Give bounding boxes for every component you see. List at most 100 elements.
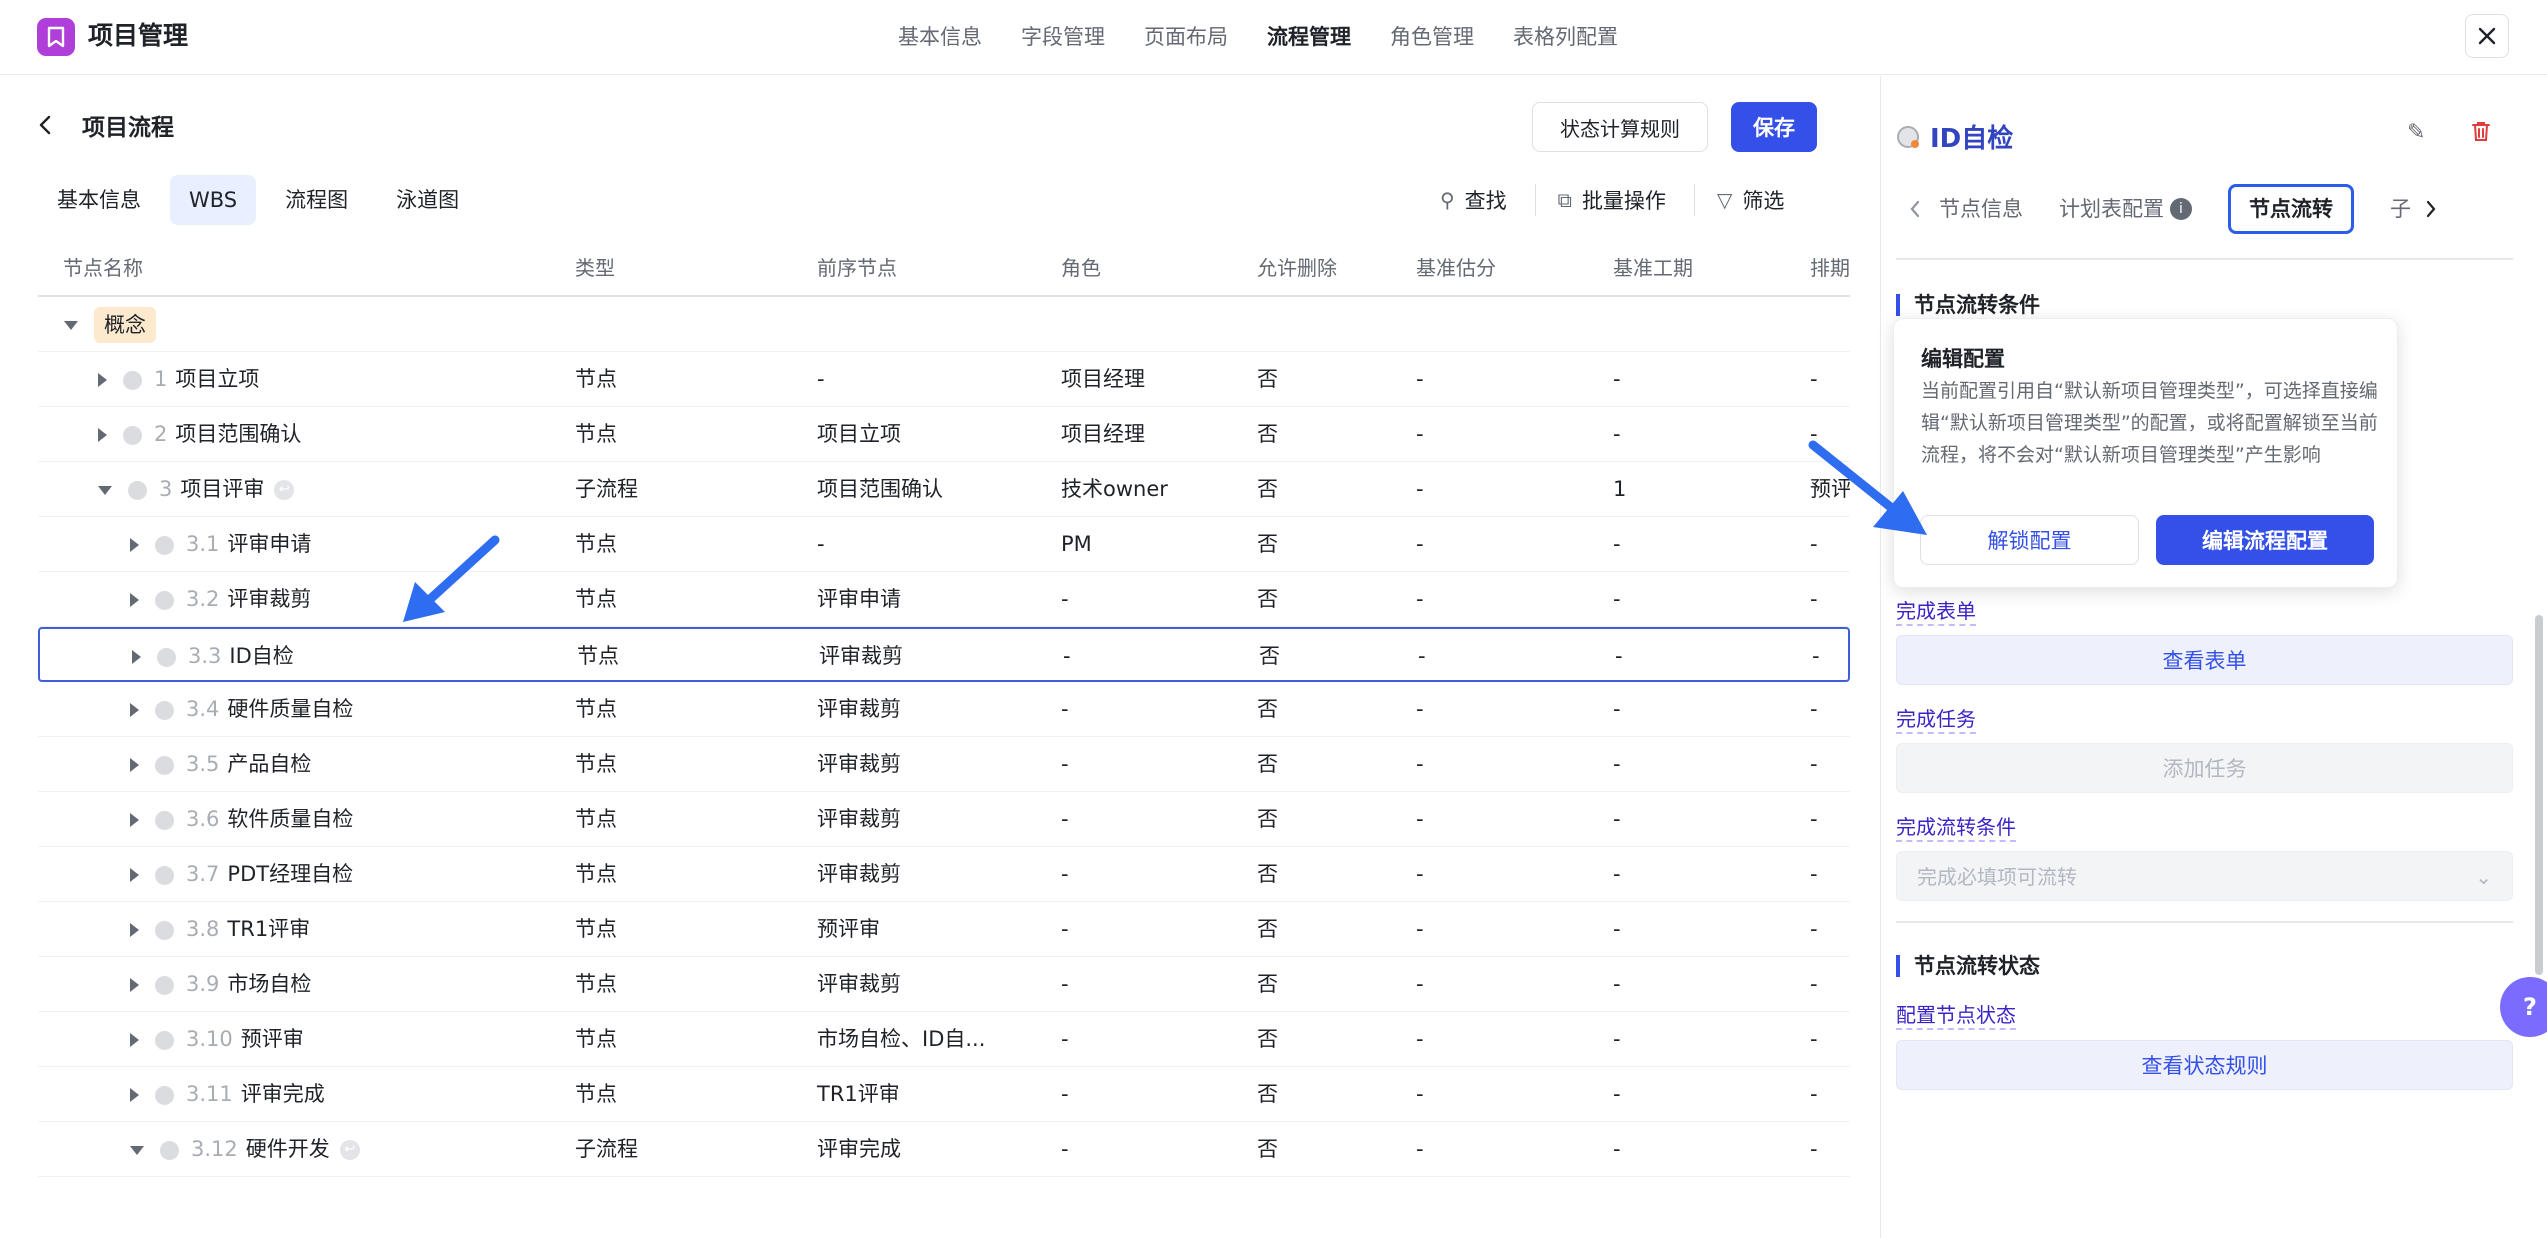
expand-icon[interactable] (130, 923, 139, 937)
unlock-config-button[interactable]: 解锁配置 (1920, 515, 2139, 565)
cell-type: 节点 (575, 422, 617, 446)
find-button[interactable]: ⚲ 查找 (1440, 180, 1507, 220)
view-form-button[interactable]: 查看表单 (1896, 635, 2513, 685)
status-rule-button[interactable]: 状态计算规则 (1532, 102, 1708, 152)
table-row[interactable]: 3.1 评审申请 节点 - PM 否 - - - (38, 517, 1850, 572)
table-row[interactable]: 3.7 PDT经理自检 节点 评审裁剪 - 否 - - - (38, 847, 1850, 902)
cell-sched: - (1810, 1082, 1818, 1106)
nav-role-management[interactable]: 角色管理 (1390, 22, 1474, 52)
table-row[interactable]: 3.4 硬件质量自检 节点 评审裁剪 - 否 - - - (38, 682, 1850, 737)
delete-icon[interactable] (2470, 120, 2492, 148)
table-row[interactable]: 3.6 软件质量自检 节点 评审裁剪 - 否 - - - (38, 792, 1850, 847)
node-name: 软件质量自检 (227, 807, 354, 831)
panel-tab-node-transition[interactable]: 节点流转 (2228, 184, 2354, 234)
tab-wbs[interactable]: WBS (170, 175, 257, 225)
collapse-icon[interactable] (64, 320, 78, 330)
edit-process-config-button[interactable]: 编辑流程配置 (2156, 515, 2374, 565)
table-row[interactable]: 3.12 硬件开发 ↩ 子流程 评审完成 - 否 - - - (38, 1122, 1850, 1177)
cell-del: 否 (1257, 587, 1278, 611)
find-label: 查找 (1464, 189, 1507, 213)
close-button[interactable] (2465, 14, 2509, 58)
cell-prev: 评审裁剪 (817, 972, 901, 996)
expand-icon[interactable] (130, 758, 139, 772)
expand-icon[interactable] (130, 593, 139, 607)
expand-icon[interactable] (130, 813, 139, 827)
cell-type: 节点 (577, 644, 619, 668)
complete-form-link[interactable]: 完成表单 (1896, 598, 1976, 626)
complete-condition-link[interactable]: 完成流转条件 (1896, 814, 2016, 842)
table-row[interactable]: 3.2 评审裁剪 节点 评审申请 - 否 - - - (38, 572, 1850, 627)
node-name-cell: 3.12 硬件开发 ↩ (130, 1122, 360, 1176)
node-number: 3.3 (188, 644, 222, 668)
cell-role: - (1061, 1082, 1069, 1106)
expand-icon[interactable] (130, 538, 139, 552)
complete-task-link[interactable]: 完成任务 (1896, 706, 1976, 734)
cell-sched: - (1810, 917, 1818, 941)
nav-process-management[interactable]: 流程管理 (1267, 22, 1351, 52)
config-status-link[interactable]: 配置节点状态 (1896, 1002, 2016, 1030)
condition-select[interactable]: 完成必填项可流转 ⌄ (1896, 851, 2513, 901)
group-row[interactable]: 概念 (38, 297, 1850, 352)
cell-role: 技术owner (1061, 477, 1168, 501)
cell-prev: 项目范围确认 (817, 477, 943, 501)
batch-button[interactable]: ⧉ 批量操作 (1558, 180, 1666, 220)
expand-icon[interactable] (132, 650, 141, 664)
cell-type: 子流程 (575, 1137, 638, 1161)
cell-role: - (1061, 587, 1069, 611)
node-name-cell: 3.2 评审裁剪 (130, 572, 311, 626)
node-number: 3.12 (191, 1137, 238, 1161)
table-row[interactable]: 1 项目立项 节点 - 项目经理 否 - - - (38, 352, 1850, 407)
panel-scrollbar[interactable] (2535, 615, 2543, 975)
cell-sched: - (1810, 697, 1818, 721)
save-button[interactable]: 保存 (1731, 102, 1817, 152)
edit-icon[interactable]: ✎ (2407, 120, 2425, 145)
expand-icon[interactable] (98, 428, 107, 442)
col-schedule: 排期 (1810, 256, 1850, 280)
filter-icon: ▽ (1716, 188, 1733, 212)
view-status-rules-button[interactable]: 查看状态规则 (1896, 1040, 2513, 1090)
table-row[interactable]: 3 项目评审 ↩ 子流程 项目范围确认 技术owner 否 -1 预评 (38, 462, 1850, 517)
expand-icon[interactable] (130, 1088, 139, 1102)
popover-body: 当前配置引用自“默认新项目管理类型”，可选择直接编辑“默认新项目管理类型”的配置… (1921, 380, 2378, 466)
cell-est: - (1416, 972, 1424, 996)
table-row[interactable]: 3.5 产品自检 节点 评审裁剪 - 否 - - - (38, 737, 1850, 792)
panel-divider (1896, 921, 2513, 923)
status-dot-icon (123, 425, 142, 445)
nav-page-layout[interactable]: 页面布局 (1144, 22, 1228, 52)
cell-dur: - (1613, 752, 1621, 776)
table-row[interactable]: 3.11 评审完成 节点 TR1评审 - 否 - - - (38, 1067, 1850, 1122)
expand-icon[interactable] (130, 978, 139, 992)
node-name-cell: 3.11 评审完成 (130, 1067, 325, 1121)
status-dot-icon (155, 1085, 174, 1105)
back-arrow-icon[interactable] (38, 114, 52, 136)
table-row[interactable]: 3.9 市场自检 节点 评审裁剪 - 否 - - - (38, 957, 1850, 1012)
nav-table-column-config[interactable]: 表格列配置 (1513, 22, 1618, 52)
nav-basic-info[interactable]: 基本信息 (898, 22, 982, 52)
collapse-icon[interactable] (130, 1145, 144, 1155)
expand-icon[interactable] (130, 703, 139, 717)
tab-basic-info[interactable]: 基本信息 (38, 175, 160, 225)
node-name: 产品自检 (227, 752, 312, 776)
chevron-left-icon[interactable] (1909, 199, 1921, 219)
table-row[interactable]: 3.8 TR1评审 节点 预评审 - 否 - - - (38, 902, 1850, 957)
filter-button[interactable]: ▽ 筛选 (1717, 180, 1784, 220)
node-name: 项目评审 (180, 477, 265, 501)
tab-flowchart[interactable]: 流程图 (266, 175, 367, 225)
expand-icon[interactable] (130, 868, 139, 882)
panel-tab-node-info[interactable]: 节点信息 (1939, 184, 2023, 234)
expand-icon[interactable] (98, 373, 107, 387)
cell-dur: - (1613, 972, 1621, 996)
table-row[interactable]: 3.3 ID自检 节点 评审裁剪 - 否 - - - (38, 627, 1850, 682)
chevron-right-icon[interactable] (2425, 199, 2437, 219)
collapse-icon[interactable] (98, 485, 112, 495)
panel-tab-schedule-config[interactable]: 计划表配置 i (2059, 184, 2192, 234)
nav-field-management[interactable]: 字段管理 (1021, 22, 1105, 52)
expand-icon[interactable] (130, 1033, 139, 1047)
cell-type: 子流程 (575, 477, 638, 501)
add-task-button[interactable]: 添加任务 (1896, 743, 2513, 793)
table-row[interactable]: 3.10 预评审 节点 市场自检、ID自... - 否 - - - (38, 1012, 1850, 1067)
panel-tab-sub[interactable]: 子 (2390, 184, 2411, 234)
cell-del: 否 (1257, 697, 1278, 721)
table-row[interactable]: 2 项目范围确认 节点 项目立项 项目经理否 - - - (38, 407, 1850, 462)
tab-swimlane[interactable]: 泳道图 (377, 175, 478, 225)
